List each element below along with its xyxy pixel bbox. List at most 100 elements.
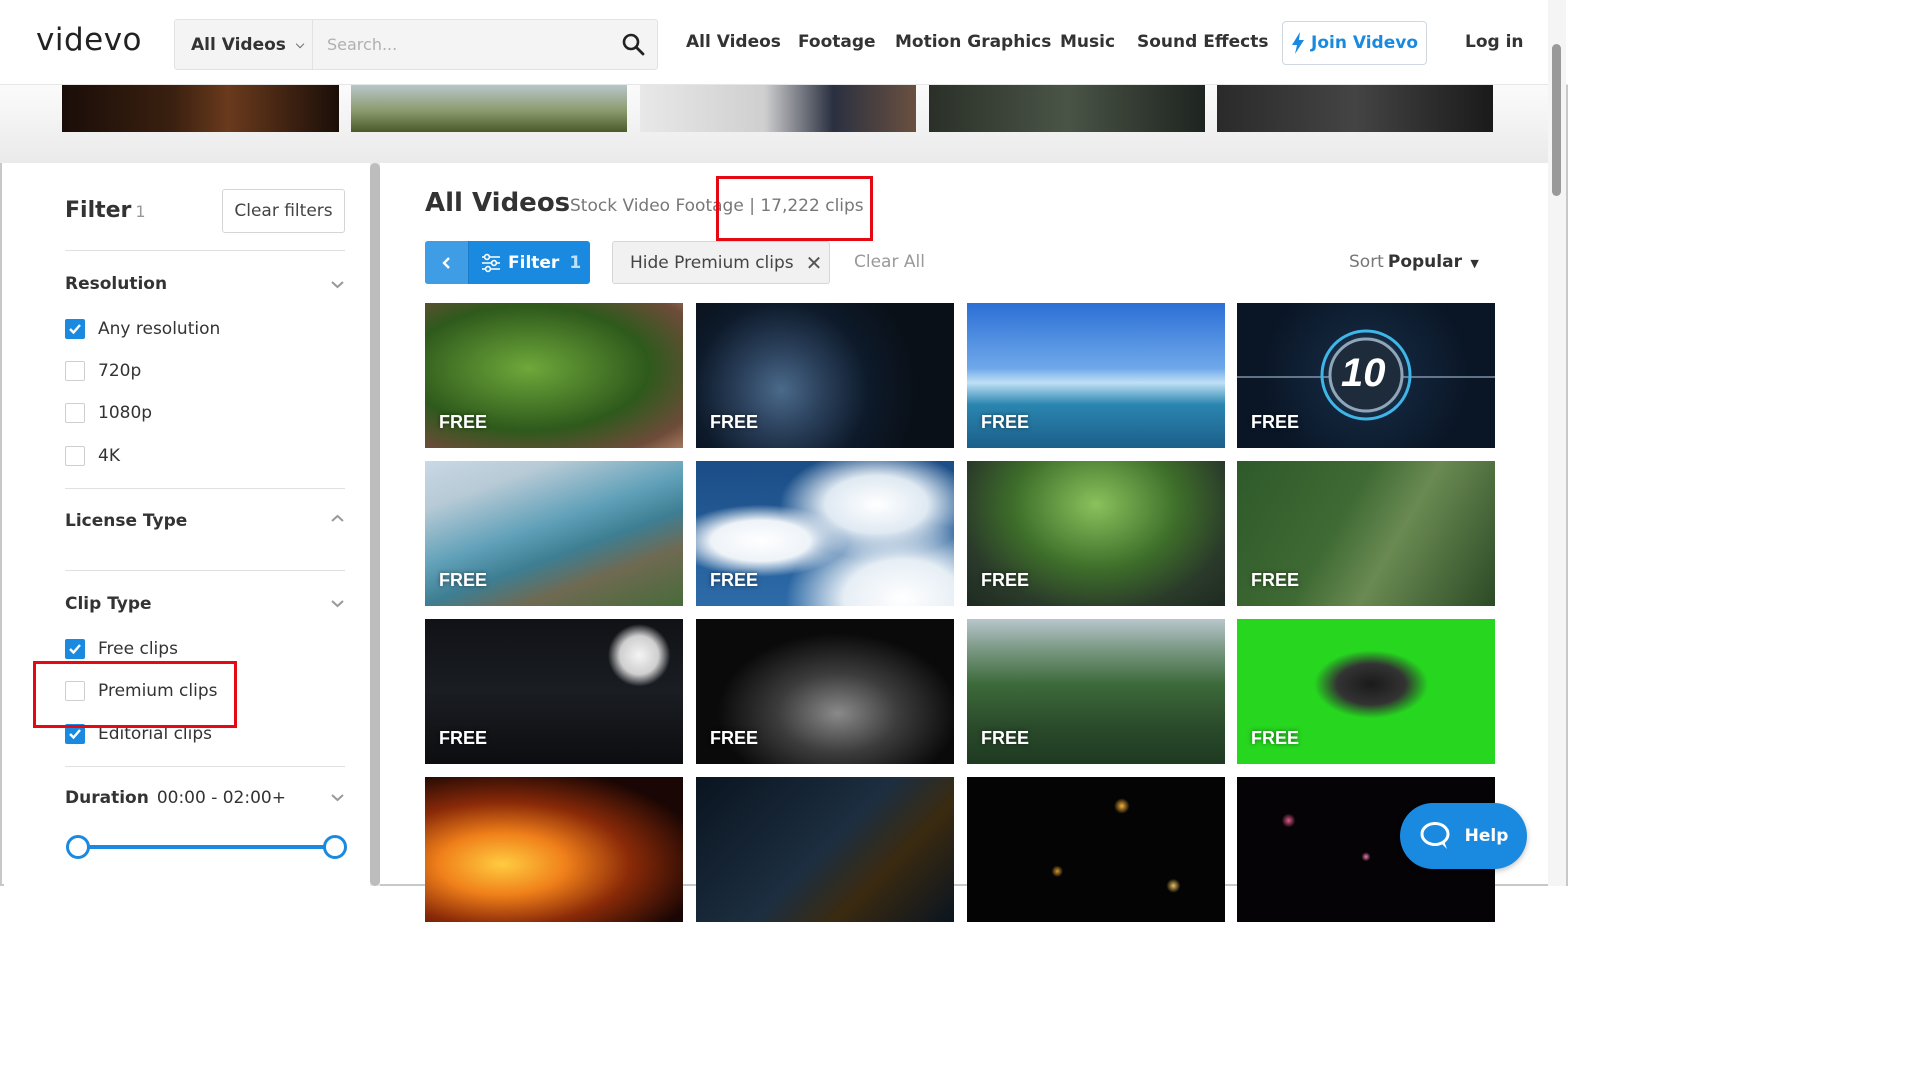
featured-thumbnail[interactable] [929, 85, 1205, 132]
checkbox-checked[interactable] [65, 319, 85, 339]
resolution-720p-option[interactable]: 720p [65, 361, 141, 381]
search-input[interactable] [315, 21, 619, 68]
video-thumbnail[interactable]: 10 FREE [1237, 303, 1495, 448]
checkbox-label: 1080p [98, 403, 153, 423]
video-thumbnail[interactable]: FREE [425, 461, 683, 606]
sidebar-scrollbar-thumb[interactable] [370, 163, 380, 886]
free-badge: FREE [1251, 412, 1300, 432]
free-badge: FREE [710, 728, 759, 748]
duration-slider-track[interactable] [76, 845, 334, 849]
clear-all-link[interactable]: Clear All [854, 252, 925, 272]
filter-heading-label: Filter [65, 198, 132, 223]
video-thumbnail[interactable]: FREE [967, 461, 1225, 606]
chevron-left-icon[interactable] [425, 241, 469, 284]
clip-type-premium-option[interactable]: Premium clips [65, 681, 218, 701]
free-badge: FREE [439, 570, 488, 590]
duration-value: 00:00 - 02:00+ [156, 788, 286, 808]
video-thumbnail[interactable]: FREE [1237, 619, 1495, 764]
featured-thumbnail[interactable] [640, 85, 916, 132]
video-thumbnail[interactable] [425, 777, 683, 922]
free-badge: FREE [981, 570, 1030, 590]
duration-heading[interactable]: Duration 00:00 - 02:00+ [65, 788, 286, 808]
featured-thumbnail[interactable] [1217, 85, 1493, 132]
video-thumbnail[interactable] [696, 777, 954, 922]
video-thumbnail[interactable] [967, 777, 1225, 922]
video-thumbnail[interactable]: FREE [1237, 461, 1495, 606]
checkbox-checked[interactable] [65, 639, 85, 659]
login-link[interactable]: Log in [1465, 32, 1524, 52]
close-icon[interactable]: ✕ [806, 251, 823, 275]
duration-slider-max-handle[interactable] [323, 835, 347, 859]
active-filter-chip[interactable]: Hide Premium clips ✕ [612, 241, 830, 284]
search-bar: All Videos ⌵ [174, 19, 658, 70]
divider [65, 766, 345, 767]
featured-thumbnail[interactable] [351, 85, 627, 132]
free-badge: FREE [981, 728, 1030, 748]
duration-slider-min-handle[interactable] [66, 835, 90, 859]
clip-type-heading[interactable]: Clip Type [65, 594, 152, 614]
checkbox-unchecked[interactable] [65, 403, 85, 423]
resolution-heading[interactable]: Resolution [65, 274, 167, 294]
video-thumbnail[interactable]: FREE [696, 303, 954, 448]
video-thumbnail[interactable]: FREE [967, 303, 1225, 448]
filter-toggle-button[interactable]: Filter 1 [425, 241, 590, 284]
nav-all-videos[interactable]: All Videos [686, 32, 781, 52]
nav-motion-graphics[interactable]: Motion Graphics [895, 32, 1051, 52]
sort-dropdown[interactable]: Sort Popular ▼ [1349, 252, 1479, 272]
filter-button-text: Filter [508, 252, 560, 273]
resolution-4k-option[interactable]: 4K [65, 446, 120, 466]
resolution-1080p-option[interactable]: 1080p [65, 403, 152, 423]
search-category-select[interactable]: All Videos ⌵ [175, 20, 313, 69]
search-icon[interactable] [621, 32, 645, 56]
chevron-down-icon[interactable] [330, 596, 345, 611]
video-thumbnail[interactable]: FREE [425, 303, 683, 448]
video-thumbnail[interactable]: FREE [696, 619, 954, 764]
clip-type-free-option[interactable]: Free clips [65, 639, 178, 659]
sliders-icon [482, 253, 500, 272]
license-type-heading[interactable]: License Type [65, 511, 187, 531]
videvo-logo[interactable]: videvo [36, 22, 142, 58]
join-videvo-button[interactable]: Join Videvo [1282, 21, 1427, 65]
lightning-icon [1292, 32, 1304, 54]
checkbox-unchecked[interactable] [65, 446, 85, 466]
sidebar-scrollbar[interactable] [370, 163, 380, 886]
nav-sound-effects[interactable]: Sound Effects [1137, 32, 1268, 52]
video-thumbnail[interactable]: FREE [425, 619, 683, 764]
checkbox-unchecked[interactable] [65, 681, 85, 701]
nav-music[interactable]: Music [1060, 32, 1115, 52]
chevron-down-icon: ⌵ [295, 37, 305, 51]
free-badge: FREE [981, 412, 1030, 432]
free-badge: FREE [1251, 728, 1300, 748]
page-scrollbar-thumb[interactable] [1552, 44, 1561, 196]
divider [65, 570, 345, 571]
free-badge: FREE [439, 412, 488, 432]
checkbox-checked[interactable] [65, 724, 85, 744]
caret-down-icon: ▼ [1470, 257, 1479, 270]
nav-footage[interactable]: Footage [798, 32, 876, 52]
chevron-down-icon[interactable] [330, 790, 345, 805]
filter-button-count: 1 [569, 252, 582, 273]
resolution-any-option[interactable]: Any resolution [65, 319, 220, 339]
filter-button-label: Filter 1 [469, 253, 581, 273]
clear-filters-button[interactable]: Clear filters [222, 189, 345, 233]
checkbox-label: 4K [98, 446, 120, 466]
page-scrollbar[interactable] [1548, 0, 1566, 886]
filter-sidebar [4, 163, 380, 886]
checkbox-label: Any resolution [98, 319, 221, 339]
page-subtitle: Stock Video Footage | 17,222 clips [570, 196, 864, 216]
divider [65, 488, 345, 489]
video-thumbnail[interactable]: FREE [967, 619, 1225, 764]
featured-thumbnail[interactable] [62, 85, 339, 132]
countdown-number: 10 [1341, 351, 1386, 395]
chip-label: Hide Premium clips [630, 252, 794, 273]
duration-label: Duration [65, 788, 149, 808]
video-thumbnail[interactable]: FREE [696, 461, 954, 606]
filter-heading: Filter 1 [65, 198, 146, 223]
clip-type-editorial-option[interactable]: Editorial clips [65, 724, 212, 744]
chevron-up-icon[interactable] [330, 511, 345, 526]
divider [65, 250, 345, 251]
chevron-down-icon[interactable] [330, 277, 345, 292]
free-badge: FREE [1251, 570, 1300, 590]
checkbox-unchecked[interactable] [65, 361, 85, 381]
help-button[interactable]: Help [1400, 803, 1527, 869]
